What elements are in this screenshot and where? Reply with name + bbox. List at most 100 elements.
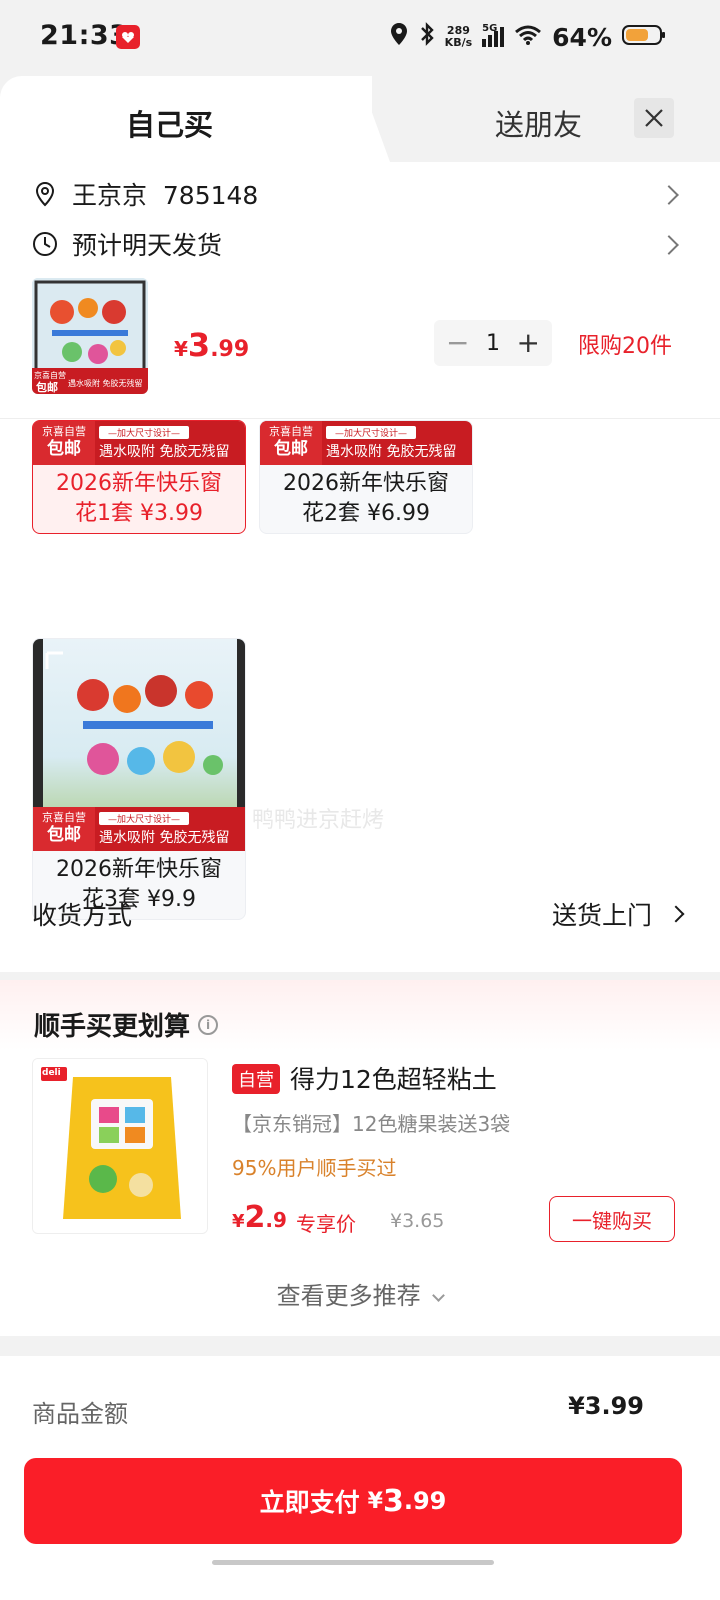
- recommend-price: ¥2.9: [232, 1200, 287, 1235]
- variant-slogan: —加大尺寸设计— 遇水吸附 免胶无残留: [95, 807, 245, 851]
- price-yen: ¥: [174, 337, 188, 361]
- variant-tag-main: 包邮: [47, 439, 81, 459]
- original-price: ¥3.65: [390, 1210, 445, 1232]
- one-click-buy-button[interactable]: 一键购买: [549, 1196, 675, 1242]
- quantity-value[interactable]: 1: [486, 331, 500, 356]
- status-bar: 21:33 289 KB/s 5G 64%: [0, 0, 720, 76]
- variant-name-line1: 2026新年快乐窗: [56, 857, 222, 882]
- info-icon[interactable]: i: [198, 1014, 219, 1035]
- variant-option-1[interactable]: 京喜自营 包邮 —加大尺寸设计— 遇水吸附 免胶无残留 2026新年快乐窗 花1套 ¥…: [32, 420, 246, 534]
- product-thumbnail[interactable]: 京喜自营 包邮 遇水吸附 免胶无残留: [32, 278, 148, 394]
- address-name-phone: 王京京 785148: [72, 181, 259, 210]
- ship-note: 预计明天发货: [72, 231, 223, 260]
- variant-name-line2: 花2套 ¥6.99: [302, 501, 430, 526]
- ship-chevron-icon[interactable]: [659, 235, 679, 255]
- variant-tag: 京喜自营 包邮: [33, 421, 95, 465]
- variant-name: 2026新年快乐窗 花2套 ¥6.99: [260, 465, 472, 533]
- goods-amount-label: 商品金额: [32, 1400, 128, 1428]
- chevron-down-icon: [432, 1289, 446, 1302]
- variant-name: 2026新年快乐窗 花1套 ¥3.99: [33, 465, 245, 533]
- variant-tag-top: 京喜自营: [269, 425, 313, 438]
- product-price: ¥3.99: [174, 326, 249, 364]
- pay-yen: ¥: [367, 1488, 383, 1514]
- ship-row[interactable]: 预计明天发货: [32, 226, 222, 262]
- rec-price-int: 2: [244, 1200, 266, 1235]
- variant-option-2[interactable]: 京喜自营 包邮 —加大尺寸设计— 遇水吸附 免胶无残留 2026新年快乐窗 花2套 ¥…: [259, 420, 473, 534]
- pay-dec: .99: [403, 1487, 447, 1515]
- minus-icon[interactable]: −: [446, 329, 469, 357]
- close-button[interactable]: [634, 98, 674, 138]
- app-notification-icon: [116, 25, 140, 49]
- home-indicator[interactable]: [212, 1560, 494, 1565]
- more-recommend-link[interactable]: 查看更多推荐: [0, 1276, 720, 1311]
- variant-slogan-text: 遇水吸附 免胶无残留: [99, 829, 230, 846]
- variant-ribbon: 京喜自营 包邮 —加大尺寸设计— 遇水吸附 免胶无残留: [33, 421, 245, 465]
- variant-tag-main: 包邮: [274, 439, 308, 459]
- variant-name-line1: 2026新年快乐窗: [56, 471, 222, 496]
- variant-slogan-top: —加大尺寸设计—: [99, 811, 189, 825]
- recommend-title: 顺手买更划算 i: [34, 1006, 219, 1043]
- recommend-product-desc: 【京东销冠】12色糖果装送3袋: [232, 1112, 511, 1136]
- variant-slogan: —加大尺寸设计— 遇水吸附 免胶无残留: [95, 421, 245, 465]
- signal-icon: 5G: [482, 23, 505, 47]
- pay-now-label: 立即支付: [259, 1488, 360, 1517]
- recommend-product-image[interactable]: deli: [32, 1058, 208, 1234]
- pay-int: 3: [382, 1483, 404, 1519]
- delivery-method-value: 送货上门: [551, 896, 685, 932]
- address-row[interactable]: 王京京 785148: [32, 176, 258, 212]
- network-type: 5G: [482, 23, 498, 34]
- self-operated-badge: 自营: [232, 1064, 280, 1094]
- variant-tag-top: 京喜自营: [42, 811, 86, 824]
- exclusive-price-label: 专享价: [296, 1212, 356, 1236]
- variant-artwork: [33, 639, 245, 807]
- variant-slogan-top: —加大尺寸设计—: [99, 425, 189, 439]
- wifi-icon: [514, 23, 542, 52]
- variant-image: [33, 639, 245, 807]
- location-pin-icon: [35, 181, 55, 207]
- tab-buy-self[interactable]: 自己买: [0, 76, 372, 162]
- variant-tag: 京喜自营 包邮: [260, 421, 322, 465]
- chevron-right-icon: [667, 905, 685, 923]
- delivery-method-text: 送货上门: [551, 901, 652, 930]
- plus-icon[interactable]: +: [517, 329, 540, 357]
- variant-ribbon: 京喜自营 包邮 —加大尺寸设计— 遇水吸附 免胶无残留: [260, 421, 472, 465]
- quantity-stepper: − 1 +: [434, 320, 552, 366]
- variant-option-3[interactable]: 京喜自营 包邮 —加大尺寸设计— 遇水吸附 免胶无残留 2026新年快乐窗 花3套 ¥…: [32, 638, 246, 920]
- price-dec: .99: [210, 337, 250, 362]
- variant-tag-main: 包邮: [47, 825, 81, 845]
- variant-name-line2: 花1套 ¥3.99: [75, 501, 203, 526]
- clay-package-image: [33, 1059, 207, 1233]
- address-chevron-icon[interactable]: [659, 185, 679, 205]
- purchase-sheet: 自己买 送朋友 王京京 785148 预计明天发货 京喜自营 包邮 遇水吸附 免…: [0, 76, 720, 1600]
- battery-level: 64%: [552, 22, 612, 52]
- close-icon: [645, 109, 663, 127]
- variant-ribbon: 京喜自营 包邮 —加大尺寸设计— 遇水吸附 免胶无残留: [33, 807, 245, 851]
- thumb-slogan: 遇水吸附 免胶无残留: [68, 379, 143, 388]
- goods-amount-value: ¥3.99: [568, 1392, 644, 1420]
- variant-slogan-text: 遇水吸附 免胶无残留: [326, 443, 457, 460]
- battery-icon: [622, 23, 666, 52]
- variant-slogan: —加大尺寸设计— 遇水吸附 免胶无残留: [322, 421, 472, 465]
- more-recommend-text: 查看更多推荐: [276, 1282, 421, 1310]
- recommend-buy-percent: 95%用户顺手买过: [232, 1156, 397, 1180]
- order-panel: 王京京 785148 预计明天发货 京喜自营 包邮 遇水吸附 免胶无残留 ¥3.…: [0, 162, 720, 972]
- location-icon: [389, 22, 409, 52]
- rec-price-yen: ¥: [232, 1211, 245, 1232]
- divider: [0, 418, 720, 419]
- variant-tag-top: 京喜自营: [42, 425, 86, 438]
- purchase-limit: 限购20件: [578, 334, 672, 359]
- tab-gift[interactable]: 送朋友: [495, 102, 582, 144]
- rec-price-dec: .9: [265, 1208, 287, 1232]
- bluetooth-icon: [419, 22, 435, 52]
- pay-now-button[interactable]: 立即支付 ¥3.99: [24, 1458, 682, 1544]
- status-indicators: 289 KB/s 5G 64%: [389, 22, 666, 52]
- variant-name-line1: 2026新年快乐窗: [283, 471, 449, 496]
- one-click-buy-label: 一键购买: [572, 1208, 652, 1233]
- delivery-method-row[interactable]: 收货方式 送货上门: [32, 896, 685, 932]
- net-speed: 289 KB/s: [445, 25, 472, 49]
- brand-logo: deli: [42, 1068, 61, 1078]
- tab-buy-self-label: 自己买: [126, 108, 214, 142]
- delivery-method-label: 收货方式: [32, 901, 133, 930]
- recommend-product-name[interactable]: 得力12色超轻粘土: [290, 1060, 497, 1096]
- price-int: 3: [187, 326, 211, 364]
